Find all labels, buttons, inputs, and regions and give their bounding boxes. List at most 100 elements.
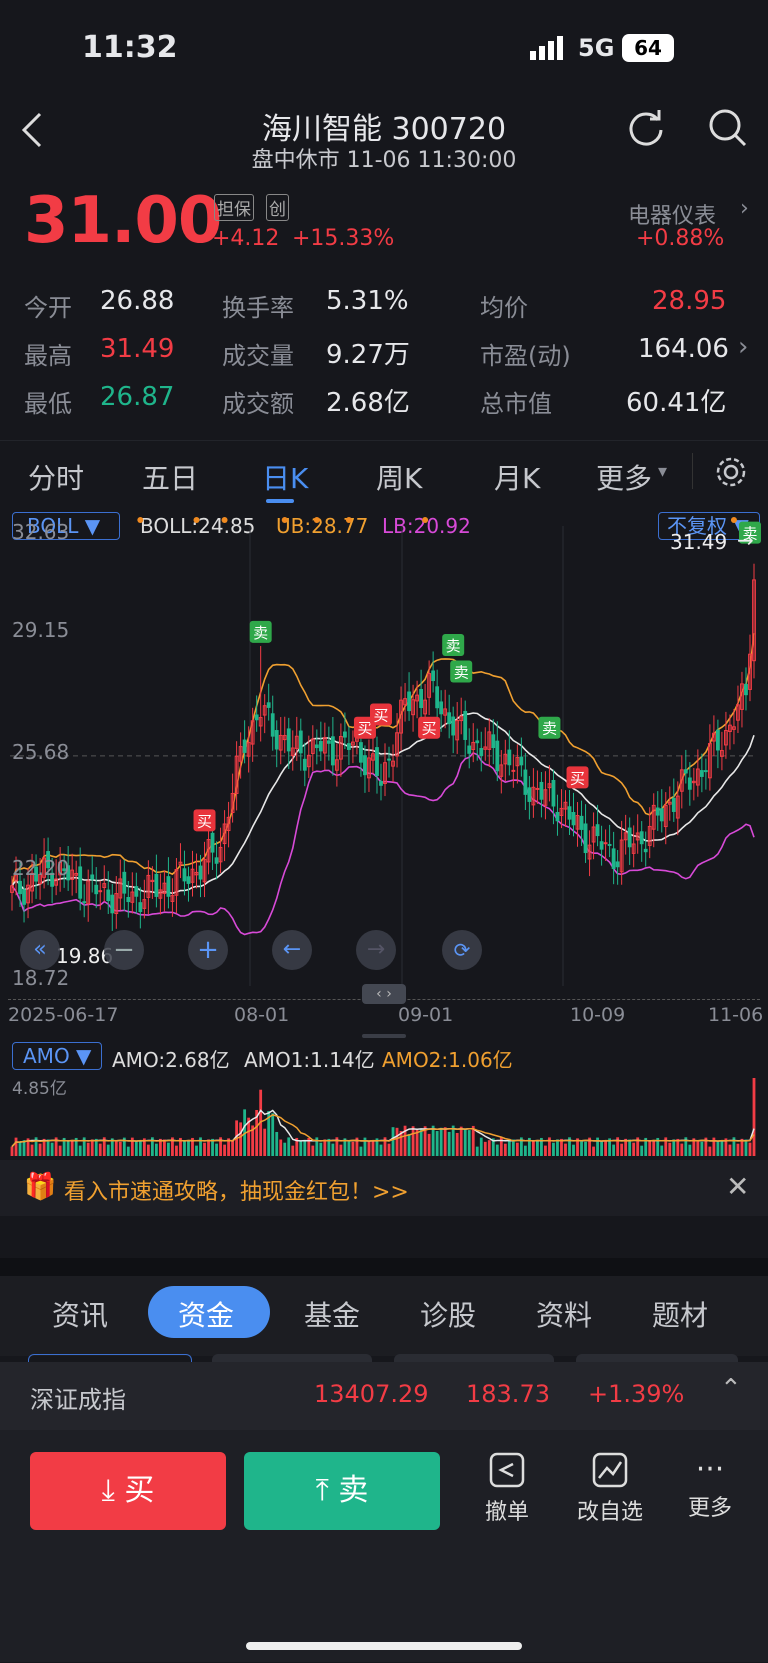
volume-bar xyxy=(239,1122,243,1156)
candle-body xyxy=(523,769,528,795)
tab-daily-k[interactable]: 日K xyxy=(262,457,308,497)
candle-body xyxy=(715,729,720,751)
volume-bar xyxy=(648,1141,652,1156)
date-axis-label: 11-06 xyxy=(708,1004,764,1026)
volume-bar xyxy=(279,1139,283,1156)
more-button[interactable]: ··· 更多 xyxy=(680,1450,740,1536)
candle-body xyxy=(214,857,219,864)
refresh-icon[interactable] xyxy=(626,108,666,152)
sell-button[interactable]: ⤒ 卖 xyxy=(244,1452,440,1530)
cancel-order-icon xyxy=(489,1452,525,1488)
volume-bar xyxy=(503,1143,507,1156)
volume-chart xyxy=(10,1078,756,1156)
stat-value: 60.41亿 xyxy=(626,388,727,418)
zoom-in-button[interactable]: + xyxy=(188,930,228,970)
volume-bar xyxy=(167,1142,170,1156)
promo-banner[interactable]: 🎁 看入市速通攻略，抽现金红包！>> ✕ xyxy=(0,1160,768,1216)
chevron-right-icon[interactable]: › xyxy=(740,196,749,221)
candle-body xyxy=(318,741,323,752)
candle-body xyxy=(90,874,95,880)
candle-body xyxy=(138,902,143,913)
volume-bar xyxy=(78,1145,82,1156)
volume-bar xyxy=(347,1140,351,1156)
candle-body xyxy=(198,865,203,880)
tab-weekly-k[interactable]: 周K xyxy=(376,457,422,497)
candle-body xyxy=(447,712,452,725)
margin-badge: 担保 xyxy=(214,194,254,221)
promo-text[interactable]: 看入市速通攻略，抽现金红包！>> xyxy=(64,1174,409,1206)
kline-chart[interactable]: BOLL ▼ BOLL:24.85 UB:28.77 LB:20.92 不复权 … xyxy=(0,506,768,1256)
scroll-start-button[interactable]: « xyxy=(20,930,60,970)
search-icon[interactable] xyxy=(708,108,748,152)
close-icon[interactable]: ✕ xyxy=(726,1170,749,1203)
tab-five-day[interactable]: 五日 xyxy=(142,457,198,497)
volume-bar xyxy=(556,1139,559,1156)
candle-body xyxy=(435,686,440,709)
volume-bar xyxy=(688,1144,692,1156)
tab-mutual-funds[interactable]: 基金 xyxy=(304,1294,360,1334)
candle-body xyxy=(611,848,616,869)
volume-bar xyxy=(564,1143,567,1156)
candle-body xyxy=(254,714,259,721)
tab-funds[interactable]: 资金 xyxy=(178,1294,234,1334)
zoom-out-button[interactable]: − xyxy=(104,930,144,970)
arrow-right-icon: → xyxy=(737,528,754,552)
volume-bar xyxy=(463,1128,467,1156)
scroll-handle[interactable]: ‹ › xyxy=(362,984,406,1004)
caret-down-icon[interactable]: ▾ xyxy=(658,461,667,482)
price-axis-label: 29.15 xyxy=(12,618,70,642)
volume-bar xyxy=(531,1141,535,1156)
tab-diagnosis[interactable]: 诊股 xyxy=(420,1294,476,1334)
candle-body xyxy=(703,770,708,773)
candle-body xyxy=(106,889,111,902)
tab-monthly-k[interactable]: 月K xyxy=(494,457,540,497)
volume-bar xyxy=(479,1137,483,1156)
tab-news[interactable]: 资讯 xyxy=(52,1294,108,1334)
volume-bar xyxy=(495,1144,499,1156)
index-value: 13407.29 xyxy=(314,1380,429,1408)
candle-body xyxy=(519,756,524,766)
tab-profile[interactable]: 资料 xyxy=(536,1294,592,1334)
candle-body xyxy=(154,873,159,897)
tab-more[interactable]: 更多 xyxy=(596,457,652,497)
scroll-right-button[interactable]: → xyxy=(356,930,396,970)
volume-bar xyxy=(18,1141,22,1156)
cancel-order-button[interactable]: 撤单 xyxy=(470,1450,544,1536)
price-axis-label: 25.68 xyxy=(12,740,70,764)
candle-body xyxy=(671,797,676,812)
stat-label: 最高 xyxy=(24,342,72,370)
index-name: 深证成指 xyxy=(30,1386,126,1414)
gift-icon: 🎁 xyxy=(24,1172,57,1202)
index-ticker[interactable]: 深证成指 13407.29 183.73 +1.39% ⌃ xyxy=(0,1362,768,1430)
volume-bar xyxy=(14,1137,18,1156)
rotate-icon[interactable]: ⟳ xyxy=(442,930,482,970)
volume-bar xyxy=(134,1141,138,1156)
gem-badge: 创 xyxy=(266,194,289,221)
buy-button[interactable]: ⤓ 买 xyxy=(30,1452,226,1530)
drag-handle[interactable] xyxy=(362,1034,406,1038)
info-tabs: 资讯 资金 基金 诊股 资料 题材 xyxy=(0,1276,768,1356)
candle-body xyxy=(166,876,171,897)
candle-body xyxy=(583,823,588,854)
event-dot xyxy=(422,517,429,523)
chevron-up-icon[interactable]: ⌃ xyxy=(720,1374,742,1404)
volume-bar xyxy=(592,1146,595,1156)
candle-body xyxy=(431,670,436,682)
stat-value: 164.06 xyxy=(638,334,729,364)
tab-intraday[interactable]: 分时 xyxy=(28,457,84,497)
gear-icon[interactable] xyxy=(714,455,748,493)
volume-bar xyxy=(439,1127,443,1156)
volume-bar xyxy=(451,1125,455,1156)
stat-label: 成交量 xyxy=(222,342,294,370)
chevron-right-icon[interactable]: › xyxy=(738,332,748,362)
volume-bar xyxy=(604,1140,608,1156)
scroll-left-button[interactable]: ← xyxy=(272,930,312,970)
volume-bar xyxy=(195,1145,198,1156)
edit-watchlist-button[interactable]: 改自选 xyxy=(570,1450,650,1536)
candle-body xyxy=(595,824,600,837)
candle-body xyxy=(242,739,247,753)
candle-body xyxy=(330,736,335,766)
tab-themes[interactable]: 题材 xyxy=(652,1294,708,1334)
stat-label[interactable]: 市盈(动) xyxy=(480,336,571,371)
volume-bar xyxy=(716,1141,720,1156)
